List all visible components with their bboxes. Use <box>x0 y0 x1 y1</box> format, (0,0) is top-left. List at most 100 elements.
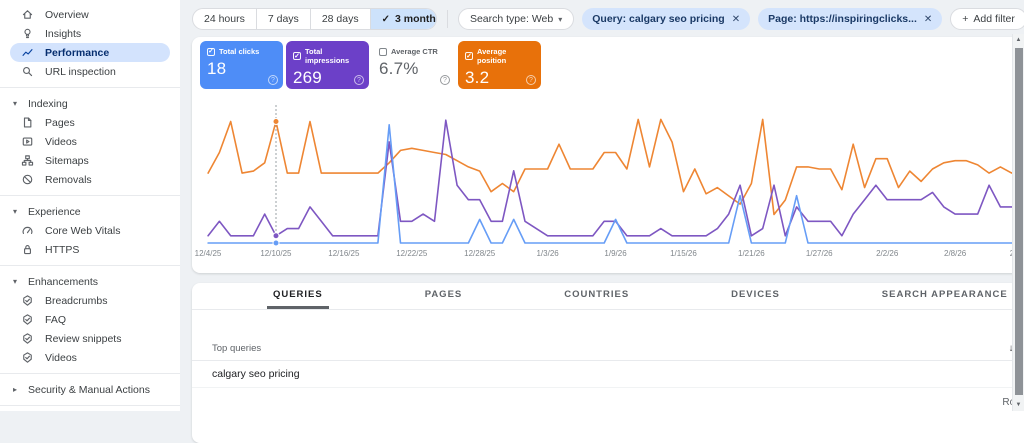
x-axis-tick-label: 1/9/26 <box>604 249 626 258</box>
filter-chip[interactable]: Page: https://inspiringclicks...✕ <box>758 8 942 30</box>
sidebar-item-faq[interactable]: FAQ <box>0 310 180 329</box>
clicks-marker-dot <box>273 240 279 246</box>
home-icon <box>21 8 34 21</box>
sidebar-item-https[interactable]: HTTPS <box>0 240 180 259</box>
tab-pages[interactable]: PAGES <box>419 283 469 309</box>
date-range-3-months[interactable]: ✓3 months <box>371 9 438 29</box>
sidebar-item-removals[interactable]: Removals <box>0 170 180 189</box>
table-card: QUERIES PAGES COUNTRIES DEVICES SEARCH APPEA… <box>192 283 1024 443</box>
date-range-28-days[interactable]: 28 days <box>311 9 371 29</box>
unchecked-checkbox-icon[interactable] <box>379 48 387 56</box>
enhancement-icon <box>21 332 34 345</box>
checked-checkbox-icon[interactable]: ✓ <box>207 48 215 56</box>
x-axis-tick-label: 1/27/26 <box>806 249 833 258</box>
x-axis-tick-label: 2/2/26 <box>876 249 898 258</box>
filter-bar: 24 hours7 days28 days✓3 monthsMore▾ Sear… <box>192 8 1024 30</box>
sidebar-group-experience[interactable]: ▾Experience <box>0 202 180 221</box>
close-icon[interactable]: ✕ <box>732 14 740 25</box>
sidebar-divider <box>0 87 180 88</box>
table-toolbar <box>192 310 1024 336</box>
metric-card-average-ctr[interactable]: Average CTR 6.7%? <box>372 41 455 89</box>
check-icon: ✓ <box>382 14 390 25</box>
sidebar-item-review-snippets[interactable]: Review snippets <box>0 329 180 348</box>
tab-queries[interactable]: QUERIES <box>267 283 329 309</box>
sidebar-item-sitemaps[interactable]: Sitemaps <box>0 151 180 170</box>
chart-canvas <box>202 101 1024 247</box>
x-axis-tick-label: 1/3/26 <box>536 249 558 258</box>
metric-label: Average position <box>477 47 534 65</box>
search-type-button[interactable]: Search type: Web ▾ <box>458 8 574 30</box>
sitemaps-icon <box>21 154 34 167</box>
url-inspection-icon <box>21 65 34 78</box>
filter-chip[interactable]: Query: calgary seo pricing✕ <box>582 8 750 30</box>
chevron-down-icon: ▾ <box>558 15 562 24</box>
table-header-row: Top queries ↓ ClicksImpressionsPosition <box>192 336 1024 361</box>
chevron-down-icon: ▾ <box>13 99 21 108</box>
date-range-group: 24 hours7 days28 days✓3 monthsMore▾ <box>192 8 437 30</box>
sidebar-item-videos[interactable]: Videos <box>0 348 180 367</box>
x-axis-tick-label: 12/16/25 <box>328 249 359 258</box>
metric-label: Average CTR <box>391 47 438 56</box>
tab-countries[interactable]: COUNTRIES <box>558 283 635 309</box>
metric-cards: ✓Total clicks18?✓Total impressions269?Av… <box>200 41 1024 89</box>
chevron-down-icon: ▾ <box>13 207 21 216</box>
help-icon[interactable]: ? <box>354 75 364 85</box>
metric-card-total-clicks[interactable]: ✓Total clicks18? <box>200 41 283 89</box>
sidebar-item-overview[interactable]: Overview <box>0 5 180 24</box>
x-axis-tick-label: 12/4/25 <box>195 249 222 258</box>
impressions-line <box>208 120 1024 236</box>
chevron-down-icon: ▾ <box>13 277 21 286</box>
checked-checkbox-icon[interactable]: ✓ <box>293 52 301 60</box>
insights-icon <box>21 27 34 40</box>
checked-checkbox-icon[interactable]: ✓ <box>465 52 473 60</box>
table-body: calgary seo pricing182693.2 <box>192 361 1024 388</box>
scrollbar[interactable]: ▲ ▼ <box>1012 34 1024 411</box>
impressions-marker-dot <box>273 233 279 239</box>
enhancement-icon <box>21 313 34 326</box>
table-tabs: QUERIES PAGES COUNTRIES DEVICES SEARCH APPEA… <box>192 283 1024 310</box>
pages-icon <box>21 116 34 129</box>
help-icon[interactable]: ? <box>268 75 278 85</box>
sidebar-group-indexing[interactable]: ▾Indexing <box>0 94 180 113</box>
tab-search-appearance[interactable]: SEARCH APPEARANCE <box>876 283 1014 309</box>
add-filter-button[interactable]: + Add filter <box>950 8 1024 30</box>
scroll-up-arrow-icon[interactable]: ▲ <box>1013 37 1024 43</box>
metric-label: Total clicks <box>219 47 259 56</box>
sidebar-item-performance[interactable]: Performance <box>10 43 170 62</box>
table-row[interactable]: calgary seo pricing182693.2 <box>192 361 1024 388</box>
metric-value: 6.7% <box>379 59 448 79</box>
sidebar-divider <box>0 195 180 196</box>
sidebar-item-breadcrumbs[interactable]: Breadcrumbs <box>0 291 180 310</box>
metric-label: Total impressions <box>305 47 362 65</box>
query-cell: calgary seo pricing <box>212 368 966 380</box>
position-line <box>208 119 1024 218</box>
main-content: 24 hours7 days28 days✓3 monthsMore▾ Sear… <box>180 0 1024 411</box>
sidebar-group-enhancements[interactable]: ▾Enhancements <box>0 272 180 291</box>
metric-value: 269 <box>293 68 362 88</box>
x-axis-tick-label: 1/21/26 <box>738 249 765 258</box>
scroll-down-arrow-icon[interactable]: ▼ <box>1013 402 1024 408</box>
close-icon[interactable]: ✕ <box>924 14 932 25</box>
https-icon <box>21 243 34 256</box>
chart-x-axis-labels: 12/4/2512/10/2512/16/2512/22/2512/28/251… <box>202 249 1024 261</box>
date-range-7-days[interactable]: 7 days <box>257 9 311 29</box>
tab-devices[interactable]: DEVICES <box>725 283 786 309</box>
sidebar-item-url-inspection[interactable]: URL inspection <box>0 62 180 81</box>
scrollbar-thumb[interactable] <box>1015 48 1023 395</box>
sidebar-item-core-web-vitals[interactable]: Core Web Vitals <box>0 221 180 240</box>
help-icon[interactable]: ? <box>440 75 450 85</box>
sidebar-item-insights[interactable]: Insights <box>0 24 180 43</box>
sidebar-item-pages[interactable]: Pages <box>0 113 180 132</box>
enhancement-icon <box>21 294 34 307</box>
metric-card-total-impressions[interactable]: ✓ Total impressions 269? <box>286 41 369 89</box>
sidebar-group-security-manual-actions[interactable]: ▸Security & Manual Actions <box>0 380 180 399</box>
date-range-24-hours[interactable]: 24 hours <box>193 9 257 29</box>
performance-chart-card: ✓Total clicks18?✓Total impressions269?Av… <box>192 37 1024 273</box>
sidebar-item-videos[interactable]: Videos <box>0 132 180 151</box>
plus-icon: + <box>962 13 968 25</box>
column-top-queries[interactable]: Top queries <box>212 343 966 354</box>
sidebar-divider <box>0 405 180 406</box>
metric-card-average-position[interactable]: ✓Average position3.2? <box>458 41 541 89</box>
help-icon[interactable]: ? <box>526 75 536 85</box>
performance-chart[interactable]: 12/4/2512/10/2512/16/2512/22/2512/28/251… <box>202 101 1024 247</box>
